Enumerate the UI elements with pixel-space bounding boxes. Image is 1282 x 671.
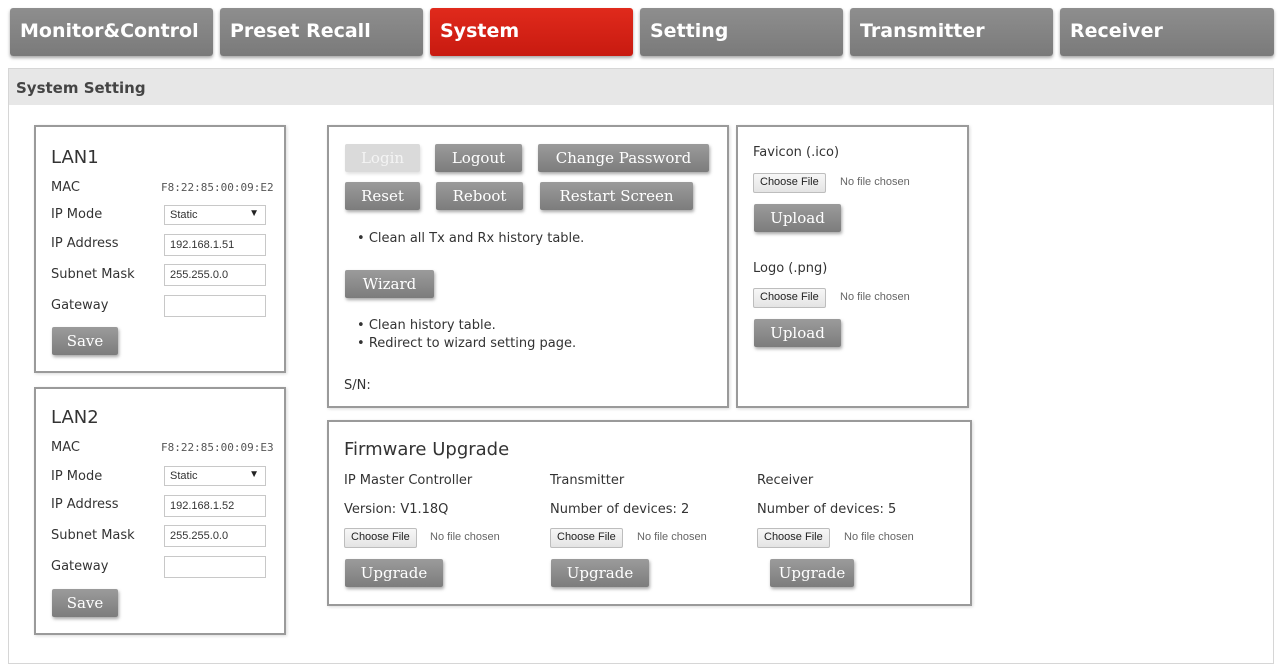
lan2-subnet-label: Subnet Mask: [51, 528, 135, 543]
tab-receiver[interactable]: Receiver: [1060, 8, 1274, 56]
wizard-note-2: • Redirect to wizard setting page.: [357, 336, 577, 351]
logo-choose-file-button[interactable]: Choose File: [753, 288, 826, 308]
lan1-ip-address-input[interactable]: 192.168.1.51: [164, 234, 266, 256]
ip-master-heading: IP Master Controller: [344, 473, 473, 488]
lan2-mac-label: MAC: [51, 440, 80, 455]
lan2-save-button[interactable]: Save: [52, 589, 118, 617]
lan2-ip-address-input[interactable]: 192.168.1.52: [164, 495, 266, 517]
dropdown-arrow-icon: ▼: [249, 208, 259, 219]
favicon-file-status: No file chosen: [840, 176, 910, 188]
lan1-box: LAN1 MAC F8:22:85:00:09:E2 IP Mode Stati…: [34, 125, 286, 373]
lan2-gateway-input[interactable]: [164, 556, 266, 578]
branding-box: Favicon (.ico) Choose File No file chose…: [736, 125, 969, 408]
ip-master-choose-file-button[interactable]: Choose File: [344, 528, 417, 548]
lan1-ip-address-label: IP Address: [51, 236, 119, 251]
receiver-file-status: No file chosen: [844, 531, 914, 543]
system-control-box: Login Logout Change Password Reset Reboo…: [327, 125, 729, 408]
wizard-note-1: • Clean history table.: [357, 318, 496, 333]
main-tab-bar: Monitor&Control Preset Recall System Set…: [10, 8, 1274, 56]
lan1-ip-mode-select[interactable]: Static ▼: [164, 205, 266, 225]
favicon-choose-file-button[interactable]: Choose File: [753, 173, 826, 193]
wizard-button[interactable]: Wizard: [345, 270, 434, 298]
transmitter-heading: Transmitter: [550, 473, 625, 488]
lan2-title: LAN2: [51, 407, 99, 428]
lan2-ip-mode-label: IP Mode: [51, 469, 103, 484]
favicon-label: Favicon (.ico): [753, 145, 840, 160]
reset-note-text: Clean all Tx and Rx history table.: [368, 231, 585, 246]
lan2-ip-mode-value: Static: [170, 470, 198, 482]
lan1-ip-mode-label: IP Mode: [51, 207, 103, 222]
lan2-gateway-label: Gateway: [51, 559, 109, 574]
logout-button[interactable]: Logout: [435, 144, 522, 172]
ip-master-upgrade-button[interactable]: Upgrade: [345, 559, 443, 587]
reset-button[interactable]: Reset: [345, 182, 420, 210]
receiver-choose-file-button[interactable]: Choose File: [757, 528, 830, 548]
restart-screen-button[interactable]: Restart Screen: [540, 182, 693, 210]
wizard-note-text: Redirect to wizard setting page.: [368, 336, 577, 351]
lan1-ip-mode-value: Static: [170, 209, 198, 221]
firmware-title: Firmware Upgrade: [344, 439, 510, 460]
lan2-ip-address-label: IP Address: [51, 497, 119, 512]
transmitter-upgrade-button[interactable]: Upgrade: [551, 559, 649, 587]
panel-title: System Setting: [9, 69, 1273, 105]
firmware-upgrade-box: Firmware Upgrade IP Master Controller Ve…: [327, 420, 972, 606]
lan1-mac-label: MAC: [51, 180, 80, 195]
tab-preset-recall[interactable]: Preset Recall: [220, 8, 423, 56]
tab-setting[interactable]: Setting: [640, 8, 843, 56]
receiver-device-count: Number of devices: 5: [757, 502, 897, 517]
lan2-ip-mode-select[interactable]: Static ▼: [164, 466, 266, 486]
reboot-button[interactable]: Reboot: [436, 182, 523, 210]
ip-master-version: Version: V1.18Q: [344, 502, 449, 517]
ip-master-file-status: No file chosen: [430, 531, 500, 543]
transmitter-choose-file-button[interactable]: Choose File: [550, 528, 623, 548]
lan1-subnet-input[interactable]: 255.255.0.0: [164, 264, 266, 286]
tab-monitor-control[interactable]: Monitor&Control: [10, 8, 213, 56]
logo-upload-button[interactable]: Upload: [754, 319, 841, 347]
transmitter-file-status: No file chosen: [637, 531, 707, 543]
lan2-box: LAN2 MAC F8:22:85:00:09:E3 IP Mode Stati…: [34, 387, 286, 635]
lan2-mac-value: F8:22:85:00:09:E3: [161, 441, 274, 454]
tab-system[interactable]: System: [430, 8, 633, 56]
lan1-mac-value: F8:22:85:00:09:E2: [161, 181, 274, 194]
transmitter-device-count: Number of devices: 2: [550, 502, 690, 517]
tab-transmitter[interactable]: Transmitter: [850, 8, 1053, 56]
login-button[interactable]: Login: [345, 144, 420, 172]
reset-note: • Clean all Tx and Rx history table.: [357, 231, 585, 246]
serial-number-label: S/N:: [344, 378, 371, 393]
lan1-save-button[interactable]: Save: [52, 327, 118, 355]
lan1-gateway-input[interactable]: [164, 295, 266, 317]
system-setting-panel: System Setting LAN1 MAC F8:22:85:00:09:E…: [8, 68, 1274, 664]
lan1-subnet-label: Subnet Mask: [51, 267, 135, 282]
lan1-gateway-label: Gateway: [51, 298, 109, 313]
lan2-subnet-input[interactable]: 255.255.0.0: [164, 525, 266, 547]
receiver-upgrade-button[interactable]: Upgrade: [770, 559, 854, 587]
change-password-button[interactable]: Change Password: [538, 144, 709, 172]
logo-label: Logo (.png): [753, 261, 828, 276]
favicon-upload-button[interactable]: Upload: [754, 204, 841, 232]
dropdown-arrow-icon: ▼: [249, 469, 259, 480]
lan1-title: LAN1: [51, 147, 99, 168]
logo-file-status: No file chosen: [840, 291, 910, 303]
wizard-note-text: Clean history table.: [368, 318, 496, 333]
receiver-heading: Receiver: [757, 473, 814, 488]
